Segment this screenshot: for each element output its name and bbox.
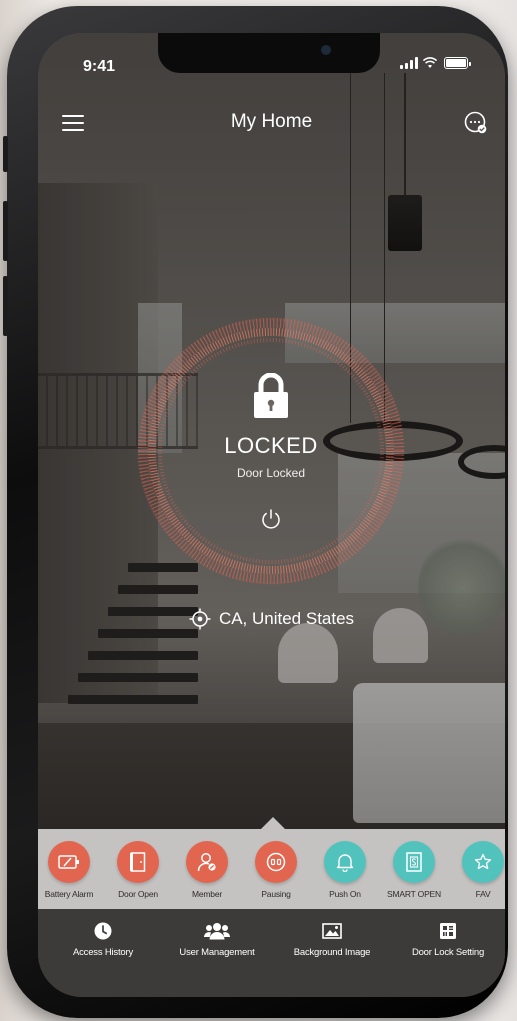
- lock-status-dial[interactable]: LOCKED Door Locked: [133, 313, 409, 589]
- tab-label: Access History: [72, 947, 134, 958]
- battery-icon: [444, 57, 468, 69]
- smart-door-icon: [393, 841, 435, 883]
- tab-label: User Management: [179, 947, 255, 958]
- front-camera: [321, 45, 331, 55]
- function-label: Pausing: [261, 889, 291, 899]
- side-button-mute: [3, 136, 8, 172]
- tab-door-lock-setting[interactable]: Door Lock Setting: [398, 921, 498, 958]
- function-door-open[interactable]: Door Open: [103, 841, 173, 899]
- status-time: 9:41: [83, 58, 116, 75]
- image-icon: [282, 921, 382, 941]
- app-screen: 9:41 My Home LOCKED Door Locked CA, Unit…: [38, 33, 505, 997]
- function-strip[interactable]: Battery Alarm Door Open Member Pausing P…: [38, 829, 505, 909]
- function-member[interactable]: Member: [172, 841, 242, 899]
- pause-icon: [255, 841, 297, 883]
- users-icon: [167, 921, 267, 941]
- settings-grid-icon: [398, 921, 498, 941]
- function-battery-alarm[interactable]: Battery Alarm: [38, 841, 104, 899]
- chat-more-icon[interactable]: [464, 111, 488, 135]
- function-pausing[interactable]: Pausing: [241, 841, 311, 899]
- side-button-volume-up: [3, 201, 8, 261]
- power-icon[interactable]: [259, 507, 283, 531]
- tab-background-image[interactable]: Background Image: [282, 921, 382, 958]
- page-title: My Home: [230, 111, 313, 132]
- status-icons: [400, 55, 471, 69]
- battery-tip: [469, 62, 471, 66]
- function-label: Push On: [329, 889, 361, 899]
- favorite-icon: [462, 841, 504, 883]
- tab-label: Background Image: [293, 947, 371, 958]
- wifi-icon: [423, 57, 437, 68]
- bottom-tab-bar: Access History User Management Backgroun…: [38, 909, 505, 997]
- tab-user-management[interactable]: User Management: [167, 921, 267, 958]
- location-target-icon: [189, 608, 211, 630]
- clock-icon: [58, 921, 148, 941]
- padlock-icon: [254, 373, 288, 418]
- battery-alarm-icon: [48, 841, 90, 883]
- tab-label: Door Lock Setting: [411, 947, 485, 958]
- function-label: FAV: [475, 889, 491, 899]
- phone-frame: 9:41 My Home LOCKED Door Locked CA, Unit…: [3, 6, 508, 1018]
- location-row[interactable]: CA, United States: [38, 608, 505, 630]
- lock-state-label: LOCKED: [224, 433, 318, 458]
- door-icon: [117, 841, 159, 883]
- function-smart-open[interactable]: SMART OPEN: [379, 841, 449, 899]
- notch: [158, 33, 380, 73]
- side-button-volume-down: [3, 276, 8, 336]
- signal-icon: [400, 57, 418, 69]
- location-text: CA, United States: [218, 609, 355, 628]
- function-push-on[interactable]: Push On: [310, 841, 380, 899]
- lock-status-subtitle: Door Locked: [236, 466, 306, 480]
- function-label: Member: [192, 889, 222, 899]
- function-label: SMART OPEN: [387, 889, 441, 899]
- status-bar: 9:41: [38, 33, 505, 77]
- tab-access-history[interactable]: Access History: [58, 921, 148, 958]
- function-fav[interactable]: FAV: [448, 841, 505, 899]
- function-label: Battery Alarm: [44, 889, 94, 899]
- member-icon: [186, 841, 228, 883]
- bell-icon: [324, 841, 366, 883]
- function-label: Door Open: [118, 889, 158, 899]
